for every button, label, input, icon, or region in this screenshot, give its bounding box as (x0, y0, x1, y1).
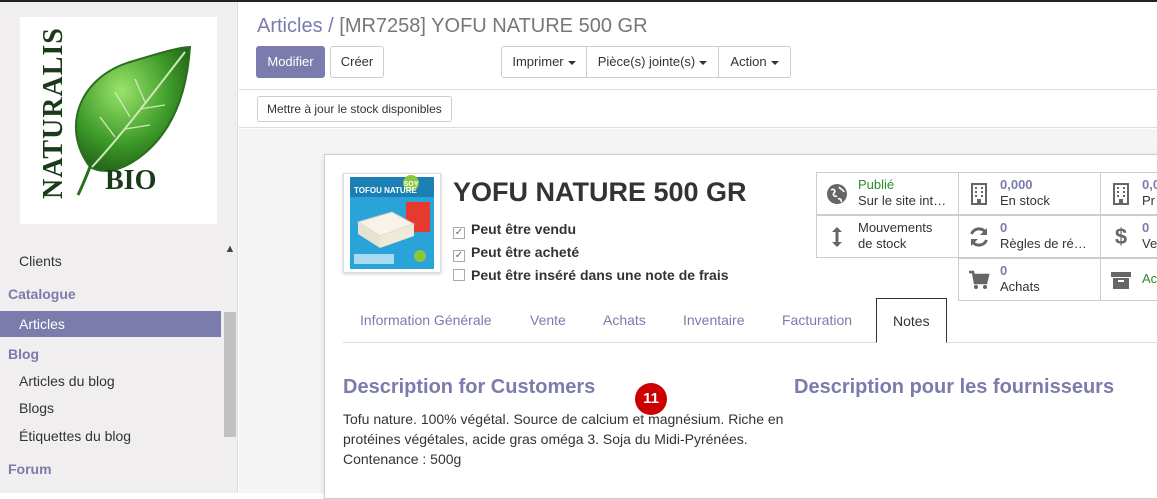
action-label: Action (730, 54, 767, 69)
reorder-rules-value: 0 (1000, 220, 1008, 235)
sidebar-item-clients[interactable]: Clients (19, 253, 62, 269)
can-be-purchased-label: Peut être acheté (471, 244, 580, 260)
in-stock-smart-button[interactable]: 0,000 En stock (958, 172, 1101, 215)
chevron-down-icon (699, 60, 708, 65)
print-dropdown[interactable]: Imprimer (501, 46, 587, 78)
cart-icon (967, 268, 991, 292)
attachments-dropdown[interactable]: Pièce(s) jointe(s) (586, 46, 719, 78)
archive-smart-button[interactable]: Ac (1100, 258, 1157, 301)
sidebar-section-forum: Forum (8, 461, 52, 477)
tab-sales[interactable]: Vente (530, 298, 566, 342)
tab-purchases[interactable]: Achats (603, 298, 646, 342)
status-bar: Mettre à jour le stock disponibles (239, 90, 1157, 128)
customer-description-field[interactable]: Tofu nature. 100% végétal. Source de cal… (343, 409, 798, 469)
tab-notes[interactable]: Notes (876, 298, 947, 343)
logo-text: NATURALIS (38, 27, 69, 199)
notification-badge: 11 (635, 383, 667, 415)
product-form-sheet: SOY TOFOU NATURE YOFU NATURE 500 GR ✓ Peu… (324, 154, 1157, 499)
sidebar-item-partial: — (19, 488, 33, 493)
archive-label: Ac (1142, 271, 1157, 286)
attachments-label: Pièce(s) jointe(s) (597, 54, 696, 69)
tab-invoicing[interactable]: Facturation (782, 298, 852, 342)
purchases-label: Achats (1000, 279, 1040, 294)
archive-icon (1109, 268, 1133, 292)
breadcrumb-current: [MR7258] YOFU NATURE 500 GR (339, 15, 648, 37)
purchases-smart-button[interactable]: 0 Achats (958, 258, 1101, 301)
can-be-purchased-checkbox[interactable]: ✓ Peut être acheté (453, 244, 579, 262)
customer-description-line: Contenance : 500g (343, 451, 462, 467)
update-stock-button[interactable]: Mettre à jour le stock disponibles (257, 96, 452, 122)
action-dropdown[interactable]: Action (718, 46, 791, 78)
chevron-down-icon (770, 60, 779, 65)
globe-icon (825, 182, 849, 206)
sidebar-item-articles[interactable]: Articles (0, 311, 221, 337)
scroll-up-icon[interactable]: ▲ (224, 242, 236, 256)
in-stock-value: 0,000 (1000, 177, 1033, 192)
sidebar-section-blog: Blog (8, 346, 40, 362)
svg-text:BIO: BIO (105, 165, 156, 196)
checkbox-unchecked-icon[interactable] (453, 269, 465, 281)
breadcrumb-separator: / (328, 15, 334, 37)
checkbox-checked-icon[interactable]: ✓ (453, 250, 465, 262)
sales-smart-button[interactable]: $ 0 Ve (1100, 215, 1157, 258)
chevron-down-icon (567, 60, 576, 65)
published-sublabel: Sur le site int… (858, 193, 947, 208)
sidebar-scrollbar-thumb[interactable] (224, 312, 236, 437)
tab-general-information[interactable]: Information Générale (360, 298, 492, 342)
sidebar-item-blog-articles[interactable]: Articles du blog (19, 373, 115, 389)
breadcrumb-parent-link[interactable]: Articles (257, 15, 323, 37)
stock-moves-label-1: Mouvements (858, 220, 933, 235)
stock-moves-smart-button[interactable]: Mouvements de stock (816, 215, 959, 258)
purchases-value: 0 (1000, 263, 1008, 278)
building-icon (967, 182, 991, 206)
can-be-sold-label: Peut être vendu (471, 221, 577, 237)
sidebar: NATURALIS BIO Clients Catalogue Articles… (0, 2, 238, 493)
in-stock-label: En stock (1000, 193, 1050, 208)
forecast-label: Pr (1142, 193, 1155, 208)
reorder-rules-label: Règles de ré… (1000, 236, 1087, 251)
reorder-rules-smart-button[interactable]: 0 Règles de ré… (958, 215, 1101, 258)
sidebar-section-catalogue: Catalogue (8, 286, 76, 302)
checkbox-checked-icon[interactable]: ✓ (453, 227, 465, 239)
sidebar-item-blogs[interactable]: Blogs (19, 400, 54, 416)
customer-description-heading: Description for Customers (343, 376, 596, 398)
sales-value: 0 (1142, 220, 1150, 235)
refresh-icon (967, 225, 991, 249)
forecast-value: 0,0 (1142, 177, 1157, 192)
edit-button[interactable]: Modifier (256, 46, 325, 78)
building-icon (1109, 182, 1133, 206)
breadcrumb: Articles / [MR7258] YOFU NATURE 500 GR (257, 15, 648, 38)
customer-description-line: Tofu nature. 100% végétal. Source de cal… (343, 411, 784, 427)
forecast-smart-button[interactable]: 0,0 Pr (1100, 172, 1157, 215)
arrows-vertical-icon (825, 225, 849, 249)
published-status: Publié (858, 177, 895, 192)
expense-note-label: Peut être inséré dans une note de frais (471, 267, 729, 283)
stock-moves-label-2: de stock (858, 236, 907, 251)
product-title: YOFU NATURE 500 GR (453, 177, 747, 207)
notebook-tabs: Information Générale Vente Achats Invent… (343, 298, 1157, 343)
image-label-text: TOFOU NATURE (354, 186, 417, 195)
published-smart-button[interactable]: Publié Sur le site int… (816, 172, 959, 215)
can-be-sold-checkbox[interactable]: ✓ Peut être vendu (453, 221, 576, 239)
sidebar-item-blog-tags[interactable]: Étiquettes du blog (19, 428, 131, 444)
tab-inventory[interactable]: Inventaire (683, 298, 744, 342)
product-image[interactable]: SOY TOFOU NATURE (343, 173, 441, 273)
create-button[interactable]: Créer (330, 46, 384, 78)
print-label: Imprimer (512, 54, 564, 69)
expense-note-checkbox[interactable]: Peut être inséré dans une note de frais (453, 267, 729, 283)
supplier-description-heading: Description pour les fournisseurs (794, 376, 1115, 398)
naturalis-bio-logo[interactable]: NATURALIS BIO (20, 17, 217, 224)
sales-label: Ve (1142, 236, 1157, 251)
dollar-icon: $ (1114, 224, 1128, 249)
customer-description-line: protéines végétales, acide gras oméga 3.… (343, 431, 748, 447)
